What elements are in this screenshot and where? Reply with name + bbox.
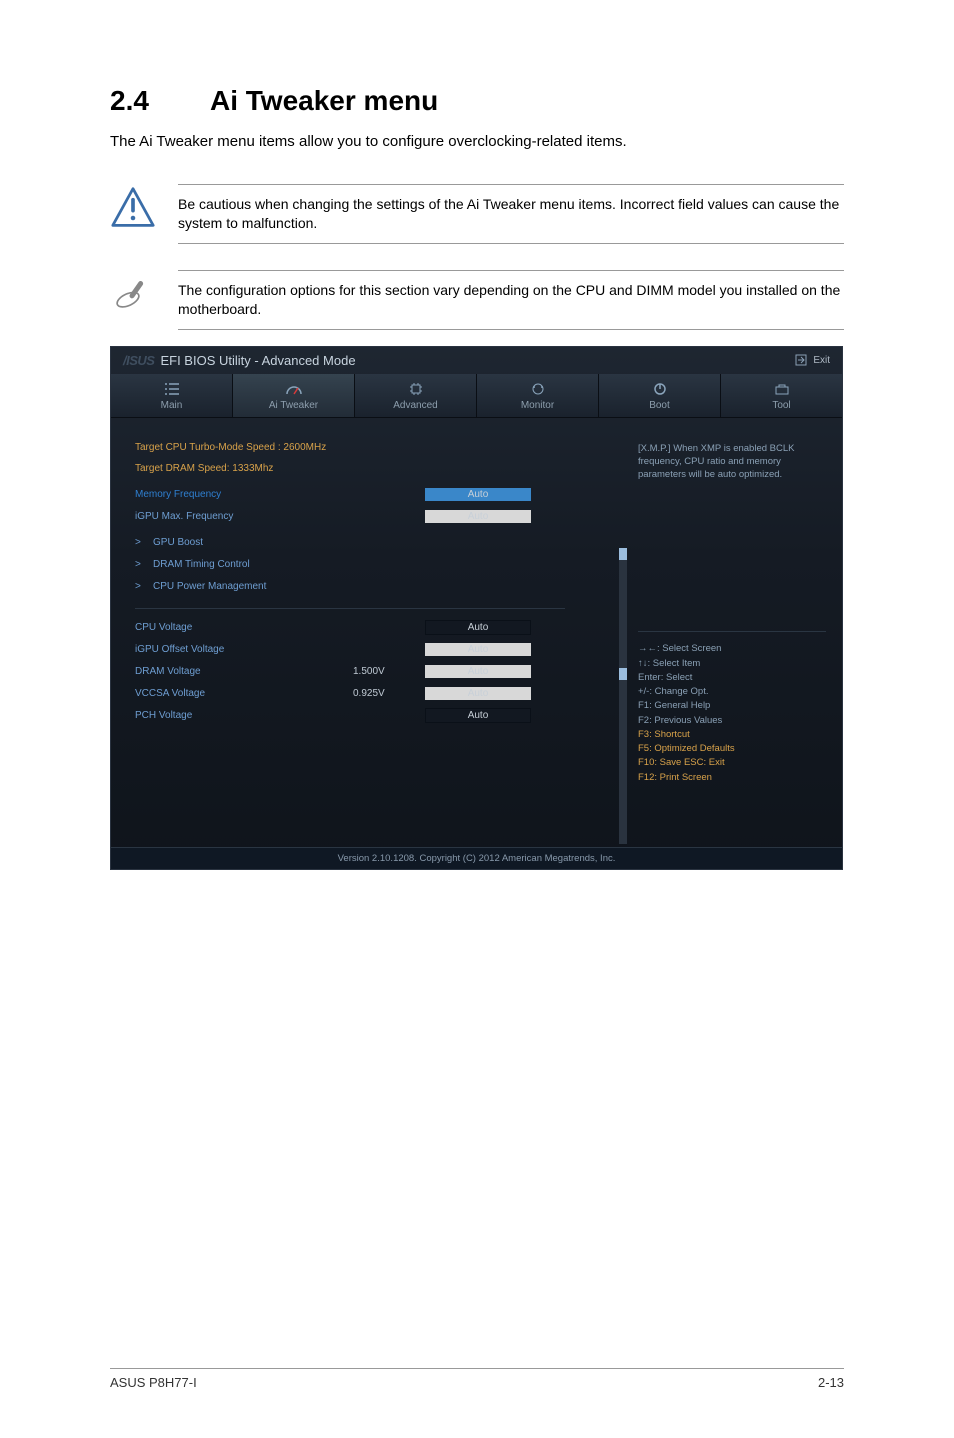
caution-text: Be cautious when changing the settings o… (178, 195, 844, 233)
exit-button[interactable]: Exit (795, 354, 830, 366)
tab-tool[interactable]: Tool (721, 374, 842, 417)
bios-tabs: Main Ai Tweaker Advanced Monitor (111, 374, 842, 418)
vccsa-voltage-mid: 0.925V (353, 688, 417, 699)
key-line: ↑↓: Select Item (638, 657, 826, 671)
divider (135, 608, 565, 609)
footer-left: ASUS P8H77-I (110, 1375, 197, 1390)
chevron-right-icon: > (135, 581, 145, 592)
tab-ai-tweaker[interactable]: Ai Tweaker (233, 374, 355, 417)
tab-boot-label: Boot (599, 400, 720, 411)
igpu-offset-voltage-label: iGPU Offset Voltage (135, 644, 345, 655)
key-line: F2: Previous Values (638, 714, 826, 728)
row-vccsa-voltage[interactable]: VCCSA Voltage 0.925V Auto (135, 683, 614, 705)
row-cpu-voltage[interactable]: CPU Voltage Auto (135, 617, 614, 639)
section-number: 2.4 (110, 85, 210, 117)
tab-main[interactable]: Main (111, 374, 233, 417)
toolbox-icon (721, 380, 842, 398)
dram-timing-control-label: DRAM Timing Control (153, 559, 250, 570)
key-line: F5: Optimized Defaults (638, 742, 826, 756)
dram-voltage-mid: 1.500V (353, 666, 417, 677)
section-heading: 2.4Ai Tweaker menu (110, 85, 844, 117)
tab-ai-tweaker-label: Ai Tweaker (233, 400, 354, 411)
key-line: →←: Select Screen (638, 642, 826, 656)
igpu-max-frequency-label: iGPU Max. Frequency (135, 511, 345, 522)
memory-frequency-value[interactable]: Auto (425, 488, 531, 501)
list-icon (111, 380, 232, 398)
tab-advanced[interactable]: Advanced (355, 374, 477, 417)
bios-brand: /ISUS (123, 353, 154, 368)
chip-icon (355, 380, 476, 398)
caution-callout: Be cautious when changing the settings o… (110, 172, 844, 244)
gpu-boost-label: GPU Boost (153, 537, 203, 548)
key-line: Enter: Select (638, 671, 826, 685)
footer-right: 2-13 (818, 1375, 844, 1390)
power-icon (599, 380, 720, 398)
key-line: F12: Print Screen (638, 771, 826, 785)
key-line: +/-: Change Opt. (638, 685, 826, 699)
tab-monitor[interactable]: Monitor (477, 374, 599, 417)
dram-voltage-label: DRAM Voltage (135, 666, 345, 677)
tab-main-label: Main (111, 400, 232, 411)
monitor-icon (477, 380, 598, 398)
intro-text: The Ai Tweaker menu items allow you to c… (110, 133, 844, 150)
caution-icon (110, 184, 156, 230)
row-igpu-max-frequency[interactable]: iGPU Max. Frequency Auto (135, 506, 614, 528)
row-igpu-offset-voltage[interactable]: iGPU Offset Voltage Auto (135, 639, 614, 661)
target-dram: Target DRAM Speed: 1333Mhz (135, 463, 614, 474)
tab-monitor-label: Monitor (477, 400, 598, 411)
row-memory-frequency[interactable]: Memory Frequency Auto (135, 484, 614, 506)
note-text: The configuration options for this secti… (178, 281, 844, 319)
scrollbar[interactable] (619, 548, 627, 844)
tab-tool-label: Tool (721, 400, 842, 411)
key-line: F1: General Help (638, 699, 826, 713)
row-cpu-power-management[interactable]: > CPU Power Management (135, 576, 614, 598)
dial-icon (233, 380, 354, 398)
cpu-power-management-label: CPU Power Management (153, 581, 266, 592)
scroll-down-icon[interactable] (619, 668, 627, 680)
key-help: →←: Select Screen ↑↓: Select Item Enter:… (638, 631, 826, 785)
igpu-max-frequency-value[interactable]: Auto (425, 510, 531, 523)
row-pch-voltage[interactable]: PCH Voltage Auto (135, 705, 614, 727)
key-line: F10: Save ESC: Exit (638, 756, 826, 770)
dram-voltage-value[interactable]: Auto (425, 665, 531, 678)
exit-label: Exit (813, 355, 830, 366)
chevron-right-icon: > (135, 559, 145, 570)
exit-icon (795, 354, 807, 366)
tab-boot[interactable]: Boot (599, 374, 721, 417)
vccsa-voltage-label: VCCSA Voltage (135, 688, 345, 699)
cpu-voltage-label: CPU Voltage (135, 622, 345, 633)
key-line: F3: Shortcut (638, 728, 826, 742)
page-footer: ASUS P8H77-I 2-13 (110, 1368, 844, 1390)
bios-footer: Version 2.10.1208. Copyright (C) 2012 Am… (111, 847, 842, 869)
igpu-offset-voltage-value[interactable]: Auto (425, 643, 531, 656)
row-dram-timing-control[interactable]: > DRAM Timing Control (135, 554, 614, 576)
cpu-voltage-value[interactable]: Auto (425, 620, 531, 635)
scroll-up-icon[interactable] (619, 548, 627, 560)
chevron-right-icon: > (135, 537, 145, 548)
tab-advanced-label: Advanced (355, 400, 476, 411)
row-dram-voltage[interactable]: DRAM Voltage 1.500V Auto (135, 661, 614, 683)
help-text: [X.M.P.] When XMP is enabled BCLK freque… (638, 442, 826, 482)
note-icon (110, 270, 156, 316)
target-cpu: Target CPU Turbo-Mode Speed : 2600MHz (135, 442, 614, 453)
pch-voltage-value[interactable]: Auto (425, 708, 531, 723)
note-callout: The configuration options for this secti… (110, 258, 844, 330)
pch-voltage-label: PCH Voltage (135, 710, 345, 721)
row-gpu-boost[interactable]: > GPU Boost (135, 532, 614, 554)
bios-title: EFI BIOS Utility - Advanced Mode (160, 353, 355, 368)
bios-screenshot: /ISUS EFI BIOS Utility - Advanced Mode E… (110, 346, 843, 870)
memory-frequency-label: Memory Frequency (135, 489, 345, 500)
section-title: Ai Tweaker menu (210, 85, 438, 116)
vccsa-voltage-value[interactable]: Auto (425, 687, 531, 700)
